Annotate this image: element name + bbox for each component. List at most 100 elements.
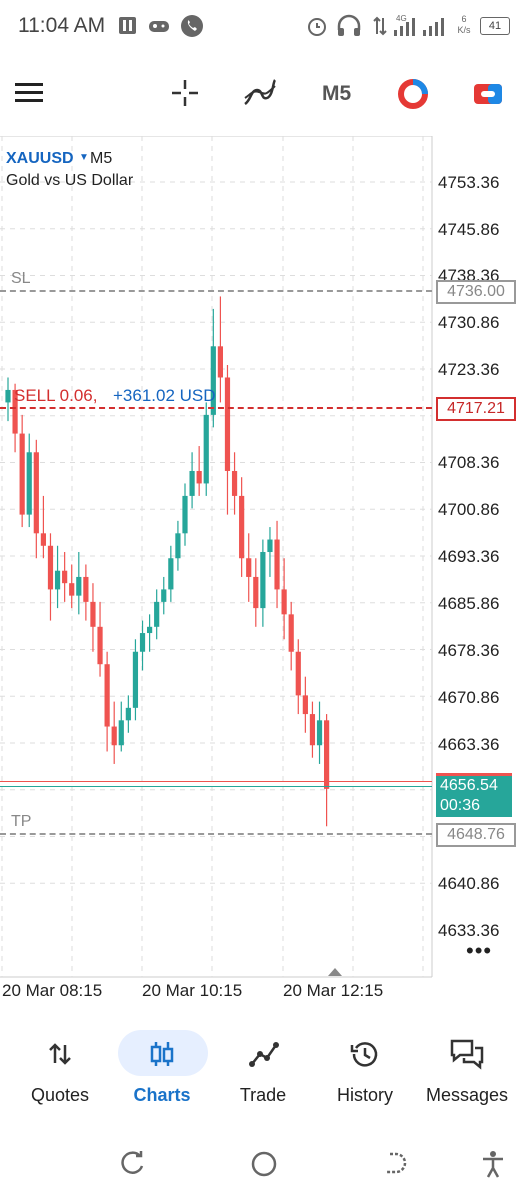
recent-apps-icon[interactable] <box>118 1150 146 1178</box>
candle-body <box>302 695 308 715</box>
current-price-tag: 4656.54 00:36 <box>436 773 512 817</box>
candle-body <box>217 346 223 378</box>
alarm-icon <box>308 18 326 36</box>
candle-body <box>154 601 160 627</box>
home-icon[interactable] <box>250 1150 278 1178</box>
nav-label: Quotes <box>30 1085 90 1105</box>
headphones-icon <box>337 14 361 36</box>
tp-price-tag: 4648.76 <box>436 823 516 847</box>
back-icon[interactable] <box>382 1150 410 1178</box>
chart-symbol[interactable]: XAUUSD <box>6 150 74 168</box>
menu-icon[interactable] <box>14 80 44 106</box>
candle-body <box>253 576 259 609</box>
tp-label: TP <box>11 813 32 830</box>
time-tick: 20 Mar 10:15 <box>142 981 243 1000</box>
indicators-icon[interactable] <box>243 78 277 108</box>
more-options-icon[interactable]: ••• <box>466 938 492 964</box>
candle-body <box>83 576 89 602</box>
battery-indicator: 41 <box>480 17 510 35</box>
candle-body <box>111 726 117 746</box>
price-tick: 4693.36 <box>438 547 500 566</box>
current-price: 4656.54 <box>440 777 498 794</box>
candle-body <box>324 720 330 789</box>
sl-price-tag: 4736.00 <box>436 280 516 304</box>
position-profit: +361.02 USD <box>113 386 216 405</box>
candle-body <box>281 589 287 615</box>
position-label: SELL 0.06, <box>14 386 98 405</box>
candle-body <box>47 545 54 590</box>
price-tick: 4640.86 <box>438 874 500 893</box>
candle-body <box>168 558 174 590</box>
candle-body <box>175 533 181 559</box>
candle-body <box>147 626 153 634</box>
chart-symbol-timeframe: M5 <box>90 150 113 167</box>
candle-body <box>295 651 301 696</box>
price-tick: 4708.36 <box>438 453 500 472</box>
gamepad-icon <box>149 21 169 32</box>
trade-icon <box>249 1042 279 1067</box>
candle-body <box>260 552 266 609</box>
symbol-dropdown-icon[interactable]: ▼ <box>79 152 89 163</box>
candle-body <box>246 558 252 577</box>
candle-body <box>139 633 146 652</box>
price-tick: 4700.86 <box>438 500 500 519</box>
candle-body <box>274 539 280 590</box>
price-tick: 4745.86 <box>438 220 500 239</box>
candle-body <box>76 576 82 596</box>
timeframe-selector[interactable]: M5 <box>322 82 351 106</box>
candle-body <box>196 470 202 484</box>
ask-line <box>0 786 432 787</box>
candle-body <box>33 452 39 534</box>
bid-line <box>0 781 432 782</box>
candle-body <box>104 664 110 727</box>
time-tick: 20 Mar 12:15 <box>283 981 384 1000</box>
price-tick: 4678.36 <box>438 641 500 660</box>
candle-body <box>54 570 61 590</box>
price-tick: 4723.36 <box>438 360 500 379</box>
new-order-icon[interactable] <box>472 80 504 108</box>
candle-body <box>182 495 188 534</box>
tp-line[interactable] <box>0 833 432 835</box>
candle-body <box>40 533 46 546</box>
price-tick: 4663.36 <box>438 735 500 754</box>
candle-body <box>97 626 103 665</box>
one-click-trading-icon[interactable] <box>397 78 429 110</box>
candle-body <box>69 583 75 596</box>
candle-body <box>118 720 124 746</box>
candle-body <box>203 414 209 484</box>
data-transfer-icon <box>373 16 387 36</box>
candle-body <box>19 433 25 515</box>
candles <box>5 296 330 827</box>
candle-body <box>231 470 238 496</box>
signal-icon <box>423 18 444 36</box>
nav-label: Messages <box>425 1085 509 1105</box>
time-tick: 20 Mar 08:15 <box>2 981 103 1000</box>
price-tick: 4753.36 <box>438 173 500 192</box>
candle-body <box>239 495 245 559</box>
candle-body <box>189 470 195 496</box>
candle-body <box>62 570 68 584</box>
position-line[interactable] <box>0 407 432 409</box>
status-time: 11:04 AM <box>18 14 106 37</box>
candle-body <box>316 720 323 746</box>
candle-body <box>90 601 96 627</box>
candle-body <box>26 452 32 515</box>
sl-label: SL <box>11 270 31 287</box>
sl-line[interactable] <box>0 290 432 292</box>
nav-label: History <box>336 1085 393 1105</box>
nav-label: Charts <box>133 1085 191 1105</box>
svg-text:4G: 4G <box>396 14 407 23</box>
accessibility-icon[interactable] <box>480 1150 506 1178</box>
nav-label: Trade <box>239 1085 287 1105</box>
candle-body <box>288 614 294 652</box>
candle-body <box>309 714 316 746</box>
price-tick: 4670.86 <box>438 688 500 707</box>
quotes-icon <box>49 1043 71 1065</box>
signal-4g-icon: 4G <box>394 14 415 36</box>
chart-shift-marker-icon[interactable] <box>328 968 342 976</box>
price-tick: 4685.86 <box>438 594 500 613</box>
crosshair-icon[interactable] <box>170 78 200 108</box>
candle-body <box>224 377 231 471</box>
candle-body <box>161 589 167 602</box>
bar-countdown: 00:36 <box>440 797 481 814</box>
